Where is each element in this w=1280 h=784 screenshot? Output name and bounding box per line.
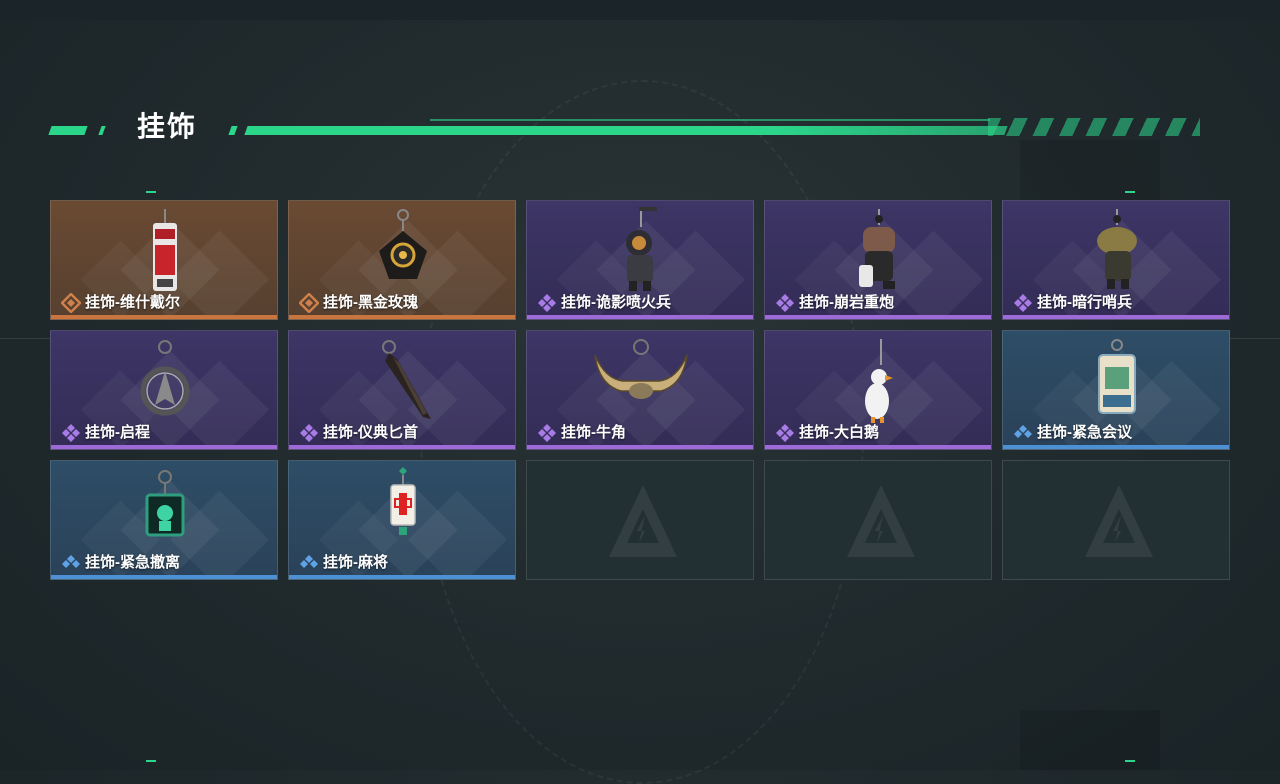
charm-card[interactable]: 挂饰-维什戴尔 [50, 200, 278, 320]
charm-grid: 挂饰-维什戴尔 挂饰-黑金玫瑰 挂饰-诡影喷火兵 挂饰-崩岩重炮 挂饰-暗行哨兵… [50, 200, 1230, 580]
charm-label: 挂饰-暗行哨兵 [1037, 294, 1132, 311]
charm-label: 挂饰-紧急会议 [1037, 424, 1132, 441]
rarity-purple-icon [776, 294, 794, 312]
charm-label: 挂饰-大白鹅 [799, 424, 879, 441]
charm-card[interactable]: 挂饰-黑金玫瑰 [288, 200, 516, 320]
header-stripes [988, 118, 1200, 136]
header-accent-tick [228, 126, 238, 135]
charm-label: 挂饰-黑金玫瑰 [323, 294, 418, 311]
corner-tick [146, 760, 156, 762]
rarity-underline [51, 315, 277, 319]
charm-label: 挂饰-维什戴尔 [85, 294, 180, 311]
charm-card[interactable]: 挂饰-仪典匕首 [288, 330, 516, 450]
charm-card[interactable]: 挂饰-崩岩重炮 [764, 200, 992, 320]
charm-card[interactable]: 挂饰-启程 [50, 330, 278, 450]
rarity-purple-icon [1014, 294, 1032, 312]
charm-label: 挂饰-崩岩重炮 [799, 294, 894, 311]
red-tag-charm-icon [153, 209, 177, 291]
rarity-orange-icon [61, 293, 81, 313]
charm-card[interactable]: 挂饰-大白鹅 [764, 330, 992, 450]
charm-label: 挂饰-仪典匕首 [323, 424, 418, 441]
header-accent-tick [98, 126, 106, 135]
empty-slot-logo-icon [1085, 485, 1153, 557]
charm-card[interactable]: 挂饰-暗行哨兵 [1002, 200, 1230, 320]
compass-ring-charm-icon [140, 340, 190, 416]
empty-slot[interactable] [526, 460, 754, 580]
background-shape [1020, 140, 1160, 200]
charm-label: 挂饰-牛角 [561, 424, 626, 441]
charm-label: 挂饰-诡影喷火兵 [561, 294, 671, 311]
charm-card[interactable]: 挂饰-诡影喷火兵 [526, 200, 754, 320]
emergency-meeting-charm-icon [1098, 339, 1136, 414]
rarity-blue-icon [300, 555, 318, 568]
rarity-underline [765, 315, 991, 319]
rarity-orange-icon [299, 293, 319, 313]
rarity-underline [289, 575, 515, 579]
charm-label: 挂饰-紧急撤离 [85, 554, 180, 571]
emergency-exit-charm-icon [145, 470, 185, 537]
empty-slot-logo-icon [847, 485, 915, 557]
rarity-underline [51, 445, 277, 449]
rarity-purple-icon [300, 424, 318, 442]
rarity-underline [51, 575, 277, 579]
dagger-charm-icon [382, 340, 431, 419]
header-accent-bar [48, 126, 88, 135]
section-title: 挂饰 [137, 111, 198, 142]
corner-tick [1125, 191, 1135, 193]
rarity-underline [527, 315, 753, 319]
rarity-purple-icon [538, 294, 556, 312]
charm-label: 挂饰-麻将 [323, 554, 388, 571]
charm-card[interactable]: 挂饰-紧急撤离 [50, 460, 278, 580]
background-shape [1020, 710, 1160, 770]
flamethrower-figure-charm-icon [626, 207, 657, 291]
charm-card[interactable]: 挂饰-紧急会议 [1002, 330, 1230, 450]
rarity-purple-icon [538, 424, 556, 442]
empty-slot[interactable] [1002, 460, 1230, 580]
rarity-blue-icon [1014, 425, 1032, 438]
charm-card[interactable]: 挂饰-麻将 [288, 460, 516, 580]
rarity-underline [527, 445, 753, 449]
corner-tick [146, 191, 156, 193]
rarity-underline [765, 445, 991, 449]
header-line [244, 126, 1008, 135]
black-gold-rose-charm-icon [379, 209, 427, 279]
side-line-right [1230, 338, 1280, 339]
rarity-purple-icon [62, 424, 80, 442]
corner-tick [1125, 760, 1135, 762]
mahjong-tile-charm-icon [390, 467, 416, 535]
rarity-underline [1003, 315, 1229, 319]
charm-label: 挂饰-启程 [85, 424, 150, 441]
heavy-gunner-figure-charm-icon [859, 209, 895, 289]
white-goose-charm-icon [865, 339, 893, 423]
rarity-underline [289, 315, 515, 319]
bull-horns-charm-icon [594, 339, 688, 399]
rarity-underline [1003, 445, 1229, 449]
header-thin-line [430, 119, 990, 121]
top-strip [0, 0, 1280, 20]
rarity-underline [289, 445, 515, 449]
empty-slot-logo-icon [609, 485, 677, 557]
side-line-left [0, 338, 50, 339]
rarity-purple-icon [776, 424, 794, 442]
sentry-figure-charm-icon [1097, 209, 1137, 289]
charm-card[interactable]: 挂饰-牛角 [526, 330, 754, 450]
empty-slot[interactable] [764, 460, 992, 580]
rarity-blue-icon [62, 555, 80, 568]
